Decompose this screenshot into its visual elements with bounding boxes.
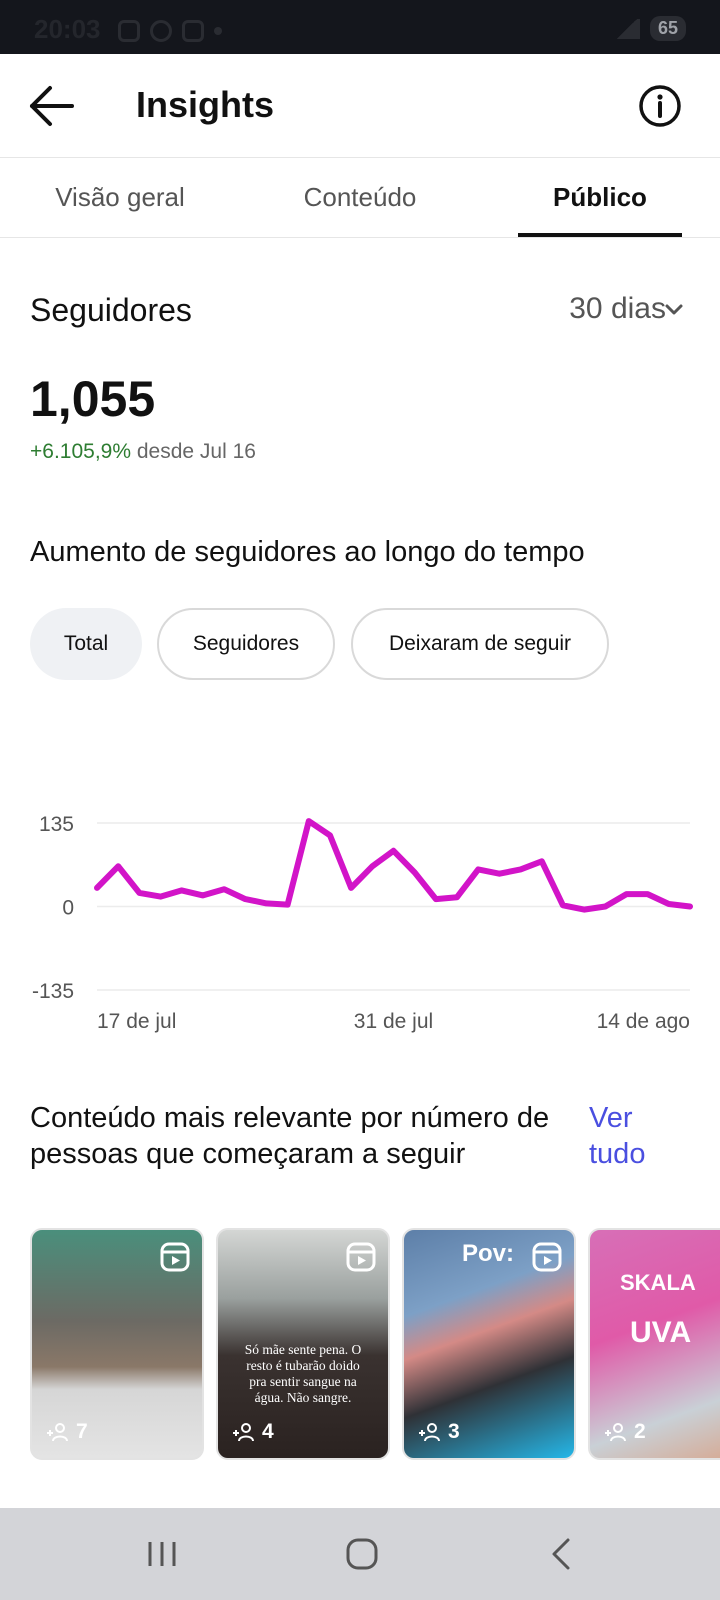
followers-title: Seguidores	[30, 292, 192, 328]
nav-back-button[interactable]	[540, 1534, 584, 1574]
new-followers-count: 3	[418, 1420, 460, 1444]
new-followers-value: 3	[448, 1420, 460, 1443]
content-thumbnail[interactable]: SKALA UVA 2	[588, 1228, 720, 1460]
recent-apps-icon	[148, 1542, 176, 1566]
recent-apps-button[interactable]	[140, 1534, 184, 1574]
x-tick-label: 14 de ago	[597, 1010, 690, 1033]
whatsapp-icon	[150, 20, 172, 42]
info-icon	[639, 85, 681, 127]
signal-icon	[613, 18, 640, 39]
add-person-icon	[419, 1423, 440, 1442]
add-person-icon	[47, 1423, 68, 1442]
instagram-icon	[182, 20, 204, 42]
new-followers-count: 4	[232, 1420, 274, 1444]
growth-title: Aumento de seguidores ao longo do tempo	[30, 536, 585, 568]
status-system-icons: 65	[613, 16, 686, 41]
battery-indicator: 65	[649, 16, 686, 41]
tab-content[interactable]: Conteúdo	[280, 182, 440, 213]
x-tick-label: 31 de jul	[354, 1010, 433, 1033]
more-notifications-icon	[214, 27, 222, 35]
chevron-down-icon[interactable]	[664, 300, 684, 320]
status-time: 20:03	[34, 14, 101, 44]
tab-audience[interactable]: Público	[518, 182, 682, 213]
home-icon	[346, 1538, 378, 1570]
relevant-content-title: Conteúdo mais relevante por número de pe…	[30, 1102, 550, 1170]
new-followers-value: 4	[262, 1420, 274, 1443]
active-tab-indicator	[518, 233, 682, 237]
tab-overview[interactable]: Visão geral	[40, 182, 200, 213]
y-tick-label: 135	[39, 813, 74, 836]
info-button[interactable]	[638, 84, 682, 128]
new-followers-count: 7	[46, 1420, 88, 1444]
period-selector[interactable]: 30 dias	[569, 292, 666, 326]
series-line	[94, 818, 693, 913]
thumbnail-overlay-text: Pov:	[462, 1240, 515, 1267]
add-person-icon	[233, 1423, 254, 1442]
content-thumbnail[interactable]: 7	[30, 1228, 204, 1460]
relevant-content-carousel: 7 Só mãe sente pena. O resto é tubarão d…	[30, 1228, 720, 1460]
system-nav-bar	[0, 1508, 720, 1600]
page-title: Insights	[136, 84, 275, 125]
change-since: desde Jul 16	[136, 440, 256, 463]
tab-bar: Visão geral Conteúdo Público	[0, 158, 720, 238]
followers-change: +6.105,9% desde Jul 16	[30, 440, 256, 464]
home-button[interactable]	[340, 1534, 384, 1574]
filter-chip-unfollows[interactable]: Deixaram de seguir	[351, 608, 609, 680]
back-icon	[552, 1538, 570, 1570]
followers-line-chart: 135 0 -135 17 de jul 31 de jul 14 de ago	[32, 813, 693, 1033]
reels-icon	[532, 1242, 562, 1272]
y-tick-label: 0	[62, 897, 74, 920]
new-followers-count: 2	[604, 1420, 646, 1444]
arrow-left-icon	[30, 86, 74, 126]
filter-chip-total[interactable]: Total	[30, 608, 142, 680]
y-tick-label: -135	[32, 980, 74, 1003]
x-tick-label: 17 de jul	[97, 1010, 176, 1033]
status-bar: 20:03 65	[0, 0, 720, 54]
app-bar: Insights	[0, 54, 720, 158]
thumbnail-overlay-text: SKALA	[620, 1270, 696, 1295]
thumbnail-overlay-text: UVA	[630, 1316, 692, 1349]
new-followers-value: 2	[634, 1420, 646, 1443]
reels-icon	[160, 1242, 190, 1272]
thumbnail-caption: Só mãe sente pena. O resto é tubarão doi…	[244, 1342, 362, 1405]
add-person-icon	[605, 1423, 626, 1442]
filter-chip-followers[interactable]: Seguidores	[157, 608, 335, 680]
notification-icon	[118, 20, 140, 42]
reels-icon	[346, 1242, 376, 1272]
new-followers-value: 7	[76, 1420, 88, 1443]
content-thumbnail[interactable]: Só mãe sente pena. O resto é tubarão doi…	[216, 1228, 390, 1460]
see-all-link[interactable]: Ver tudo	[589, 1100, 689, 1172]
status-notification-icons	[118, 20, 222, 42]
change-percentage: +6.105,9%	[30, 440, 132, 463]
content-thumbnail[interactable]: Pov: 3	[402, 1228, 576, 1460]
back-button[interactable]	[28, 84, 76, 128]
followers-count: 1,055	[30, 371, 156, 427]
